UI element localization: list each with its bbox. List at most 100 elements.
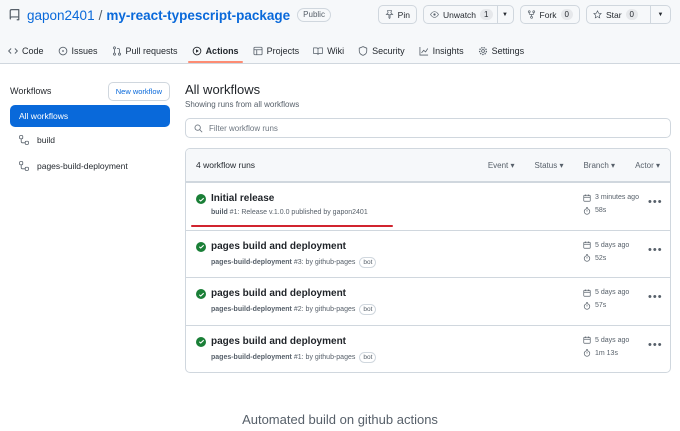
breadcrumb-separator: / bbox=[98, 7, 103, 23]
calendar-icon bbox=[583, 241, 591, 249]
new-workflow-button[interactable]: New workflow bbox=[107, 81, 170, 101]
workflow-icon bbox=[19, 135, 29, 145]
success-check-icon bbox=[196, 241, 206, 252]
run-meta: 5 days ago 57s bbox=[583, 286, 629, 312]
run-time: 5 days ago bbox=[595, 289, 630, 296]
run-duration: 57s bbox=[595, 302, 607, 309]
kebab-menu-icon[interactable]: ••• bbox=[648, 291, 663, 303]
search-icon bbox=[194, 124, 203, 132]
tab-label: Actions bbox=[205, 46, 239, 56]
calendar-icon bbox=[583, 336, 591, 344]
calendar-icon bbox=[583, 289, 591, 297]
star-icon bbox=[593, 10, 602, 19]
star-button[interactable]: Star 0 ▼ bbox=[585, 5, 671, 24]
annotation-underline bbox=[191, 225, 393, 227]
filter-status-dropdown[interactable]: Status ▾ bbox=[535, 161, 564, 170]
stopwatch-icon bbox=[583, 254, 591, 262]
star-count: 0 bbox=[625, 9, 638, 20]
filter-branch-dropdown[interactable]: Branch ▾ bbox=[583, 161, 615, 170]
run-description: pages-build-deployment #1: by github-pag… bbox=[211, 351, 377, 363]
kebab-menu-icon[interactable]: ••• bbox=[648, 244, 663, 256]
pin-label: Pin bbox=[397, 9, 410, 20]
tab-label: Insights bbox=[432, 46, 464, 56]
success-check-icon bbox=[196, 289, 206, 299]
repo-owner-link[interactable]: gapon2401 bbox=[27, 8, 95, 23]
sidebar-item-label: pages-build-deployment bbox=[37, 161, 128, 171]
kebab-menu-icon[interactable]: ••• bbox=[648, 339, 663, 351]
gear-icon bbox=[478, 46, 487, 56]
run-meta: 5 days ago 1m 13s bbox=[583, 334, 629, 360]
tab-label: Security bbox=[372, 46, 405, 56]
workflow-run-row[interactable]: pages build and deployment pages-build-d… bbox=[186, 229, 670, 278]
issue-icon bbox=[58, 46, 67, 56]
pin-icon bbox=[385, 10, 394, 19]
sidebar-item-build[interactable]: build bbox=[10, 127, 170, 153]
sidebar-item-all-workflows[interactable]: All workflows bbox=[10, 105, 170, 127]
run-title[interactable]: pages build and deployment bbox=[211, 336, 346, 347]
repo-tabs: Code Issues Pull requests Actions Projec… bbox=[8, 41, 525, 63]
stopwatch-icon bbox=[583, 301, 591, 310]
run-time: 5 days ago bbox=[595, 241, 630, 249]
unwatch-button[interactable]: Unwatch 1 ▼ bbox=[422, 5, 514, 24]
filter-placeholder: Filter workflow runs bbox=[209, 123, 278, 133]
repo-header: gapon2401 / my-react-typescript-package … bbox=[0, 0, 680, 64]
tab-actions[interactable]: Actions bbox=[187, 41, 243, 63]
unwatch-label: Unwatch bbox=[442, 9, 477, 20]
tab-settings[interactable]: Settings bbox=[478, 41, 525, 61]
tab-security[interactable]: Security bbox=[358, 41, 405, 61]
filter-runs-input[interactable]: Filter workflow runs bbox=[185, 118, 671, 138]
graph-icon bbox=[419, 46, 428, 56]
bot-badge: bot bbox=[359, 256, 377, 268]
tab-insights[interactable]: Insights bbox=[419, 41, 464, 61]
run-count: 4 workflow runs bbox=[196, 160, 256, 170]
tab-code[interactable]: Code bbox=[8, 41, 44, 61]
chevron-down-icon[interactable]: ▼ bbox=[650, 5, 670, 24]
run-meta: 5 days ago 52s bbox=[583, 239, 629, 265]
stopwatch-icon bbox=[583, 349, 591, 357]
run-title[interactable]: pages build and deployment bbox=[211, 288, 346, 299]
tab-pull-requests[interactable]: Pull requests bbox=[112, 41, 178, 61]
filter-event-dropdown[interactable]: Event ▾ bbox=[488, 161, 515, 170]
filter-actor-dropdown[interactable]: Actor ▾ bbox=[635, 161, 660, 170]
sidebar-header: Workflows New workflow bbox=[10, 81, 170, 101]
workflow-run-row[interactable]: pages build and deployment pages-build-d… bbox=[186, 324, 670, 373]
workflow-run-row[interactable]: Initial release build #1: Release v.1.0.… bbox=[186, 182, 670, 230]
run-duration: 52s bbox=[595, 254, 607, 262]
tab-label: Wiki bbox=[327, 46, 345, 56]
table-icon bbox=[253, 46, 263, 56]
tab-label: Code bbox=[22, 46, 44, 56]
run-time: 5 days ago bbox=[595, 336, 630, 344]
tab-label: Issues bbox=[71, 46, 98, 56]
repo-name-link[interactable]: my-react-typescript-package bbox=[106, 8, 290, 23]
fork-count: 0 bbox=[560, 9, 573, 20]
run-duration: 1m 13s bbox=[595, 349, 618, 357]
pin-button[interactable]: Pin bbox=[377, 5, 417, 24]
run-title[interactable]: Initial release bbox=[211, 193, 274, 204]
run-time: 3 minutes ago bbox=[595, 194, 639, 201]
bot-badge: bot bbox=[359, 304, 377, 315]
tab-projects[interactable]: Projects bbox=[253, 41, 300, 61]
run-title[interactable]: pages build and deployment bbox=[211, 241, 346, 252]
fork-button[interactable]: Fork 0 bbox=[519, 5, 580, 24]
success-check-icon bbox=[196, 336, 206, 347]
sidebar-item-pages-build-deployment[interactable]: pages-build-deployment bbox=[10, 153, 170, 179]
tab-issues[interactable]: Issues bbox=[58, 41, 98, 61]
kebab-menu-icon[interactable]: ••• bbox=[648, 196, 663, 208]
repo-breadcrumb: gapon2401 / my-react-typescript-package … bbox=[8, 6, 331, 24]
tab-label: Projects bbox=[266, 46, 300, 56]
runs-list: 4 workflow runs Event ▾ Status ▾ Branch … bbox=[185, 148, 671, 373]
pull-request-icon bbox=[112, 46, 121, 56]
play-icon bbox=[192, 46, 201, 56]
calendar-icon bbox=[583, 194, 591, 202]
tab-label: Settings bbox=[491, 46, 525, 56]
visibility-badge: Public bbox=[297, 8, 331, 22]
fork-label: Fork bbox=[539, 9, 557, 20]
chevron-down-icon[interactable]: ▼ bbox=[496, 5, 513, 24]
tab-wiki[interactable]: Wiki bbox=[313, 41, 344, 61]
fork-icon bbox=[527, 10, 535, 19]
run-meta: 3 minutes ago 58s bbox=[583, 191, 639, 217]
run-description: pages-build-deployment #3: by github-pag… bbox=[211, 256, 377, 268]
workflow-run-row[interactable]: pages build and deployment pages-build-d… bbox=[186, 277, 670, 325]
workflows-sidebar: Workflows New workflow All workflows bui… bbox=[10, 81, 170, 179]
code-icon bbox=[8, 48, 18, 54]
